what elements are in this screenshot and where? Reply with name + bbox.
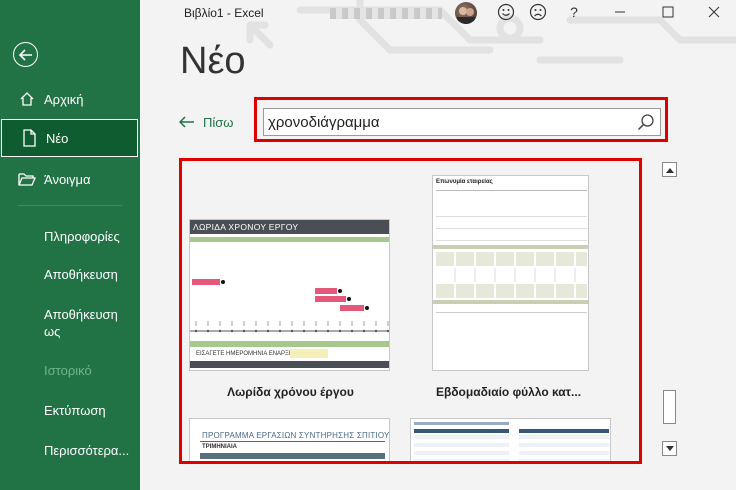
template-thumbnail-weekly-timesheet[interactable]: Επωνυμία εταιρείας: [432, 175, 589, 371]
results-scrollbar[interactable]: [662, 162, 679, 458]
window-title: Βιβλίο1 - Excel: [184, 6, 264, 20]
new-document-icon: [20, 129, 38, 147]
minimize-icon[interactable]: [610, 2, 630, 22]
timeline-bar: [315, 288, 337, 294]
timeline-bar: [192, 279, 220, 285]
template-name[interactable]: Εβδομαδιαίο φύλλο κατ...: [406, 385, 611, 399]
table-body: [414, 435, 509, 461]
folder-open-icon: [18, 170, 36, 188]
scrollbar-thumb[interactable]: [663, 390, 676, 424]
table-header-bar: [519, 429, 609, 433]
template-thumbnail-budget[interactable]: [410, 418, 611, 461]
start-date-label: ΕΙΣΑΓΕΤΕ ΗΜΕΡΟΜΗΝΙΑ ΕΝΑΡΞΗΣ:: [196, 351, 299, 357]
avatar[interactable]: [455, 2, 477, 24]
sidebar-item-more[interactable]: Περισσότερα...: [44, 442, 129, 459]
thumbnail-header: Επωνυμία εταιρείας: [436, 179, 493, 185]
table-row: [436, 284, 587, 298]
page-title: Νέο: [180, 40, 246, 82]
timeline-band: [190, 341, 389, 347]
table-header-bar: [190, 361, 389, 368]
backstage-sidebar: Αρχική Νέο Άνοιγμα Πληροφορίες Αποθήκευσ…: [0, 0, 140, 490]
table-body: [519, 435, 609, 461]
template-name[interactable]: Λωρίδα χρόνου έργου: [188, 385, 393, 399]
sidebar-item-label: Άνοιγμα: [44, 171, 91, 187]
sidebar-item-history: Ιστορικό: [44, 363, 92, 378]
timeline-bar: [315, 296, 346, 302]
sidebar-item-label: Αρχική: [44, 91, 84, 107]
home-icon: [18, 90, 36, 108]
back-label: Πίσω: [203, 114, 234, 130]
search-icon[interactable]: [637, 113, 655, 131]
table-row: [436, 252, 587, 266]
table-header-bar: [414, 429, 509, 433]
timeline-marker: [221, 280, 225, 284]
thumbnail-header: [414, 422, 509, 425]
template-thumbnail-project-timeline[interactable]: ΛΩΡΙΔΑ ΧΡΟΝΟΥ ΕΡΓΟΥ ΕΙΣΑΓΕΤΕ ΗΜΕΡΟΜΗΝΙΑ …: [189, 219, 390, 371]
sidebar-item-print[interactable]: Εκτύπωση: [44, 402, 106, 419]
thumbnail-header: ΠΡΟΓΡΑΜΜΑ ΕΡΓΑΣΙΩΝ ΣΥΝΤΗΡΗΣΗΣ ΣΠΙΤΙΟΥ: [202, 431, 390, 440]
timeline-marker: [347, 297, 351, 301]
timeline-bar: [340, 305, 364, 311]
template-results: ΛΩΡΙΔΑ ΧΡΟΝΟΥ ΕΡΓΟΥ ΕΙΣΑΓΕΤΕ ΗΜΕΡΟΜΗΝΙΑ …: [179, 158, 642, 464]
close-icon[interactable]: [704, 2, 724, 22]
frown-icon[interactable]: [528, 2, 548, 22]
divider: [436, 216, 587, 217]
sidebar-item-label: ως: [44, 324, 61, 339]
back-arrow-icon[interactable]: [13, 42, 38, 67]
search-box[interactable]: [263, 108, 661, 136]
search-input[interactable]: [268, 112, 628, 132]
scroll-down-icon[interactable]: [662, 441, 677, 456]
sidebar-item-new[interactable]: Νέο: [1, 119, 138, 157]
scroll-up-icon[interactable]: [662, 162, 677, 177]
sidebar-item-label: Νέο: [46, 130, 69, 146]
table-footer-bar: [433, 300, 588, 304]
smile-icon[interactable]: [496, 2, 516, 22]
title-bar: Βιβλίο1 - Excel ?: [140, 0, 736, 26]
back-link[interactable]: Πίσω: [178, 113, 234, 131]
divider: [436, 312, 587, 313]
account-name-blurred: [330, 8, 442, 19]
sidebar-item-home[interactable]: Αρχική: [0, 80, 140, 118]
table-row: [436, 268, 587, 282]
sidebar-item-save[interactable]: Αποθήκευση: [44, 266, 118, 283]
divider: [200, 441, 385, 442]
sidebar-item-save-as[interactable]: Αποθήκευση ως: [44, 306, 118, 340]
table-header-bar: [433, 245, 588, 249]
timeline-marker: [338, 289, 342, 293]
start-date-cell: [290, 349, 328, 358]
arrow-left-icon: [178, 113, 195, 131]
thumbnail-header: ΛΩΡΙΔΑ ΧΡΟΝΟΥ ΕΡΓΟΥ: [190, 220, 389, 234]
sidebar-divider: [18, 205, 122, 206]
sidebar-item-open[interactable]: Άνοιγμα: [0, 160, 140, 198]
table-header-bar: [200, 453, 385, 459]
timeline-band: [190, 237, 389, 242]
timeline-marker: [365, 306, 369, 310]
divider: [436, 240, 587, 241]
divider: [436, 190, 587, 191]
sidebar-item-info[interactable]: Πληροφορίες: [44, 228, 120, 245]
sidebar-item-label: Αποθήκευση: [44, 307, 118, 322]
maximize-icon[interactable]: [658, 2, 678, 22]
help-icon[interactable]: ?: [564, 2, 584, 22]
divider: [436, 228, 587, 229]
template-thumbnail-maintenance-schedule[interactable]: ΠΡΟΓΡΑΜΜΑ ΕΡΓΑΣΙΩΝ ΣΥΝΤΗΡΗΣΗΣ ΣΠΙΤΙΟΥ ΤΡ…: [189, 418, 390, 461]
thumbnail-subheader: ΤΡΙΜΗΝΙΑΙΑ: [202, 444, 237, 450]
